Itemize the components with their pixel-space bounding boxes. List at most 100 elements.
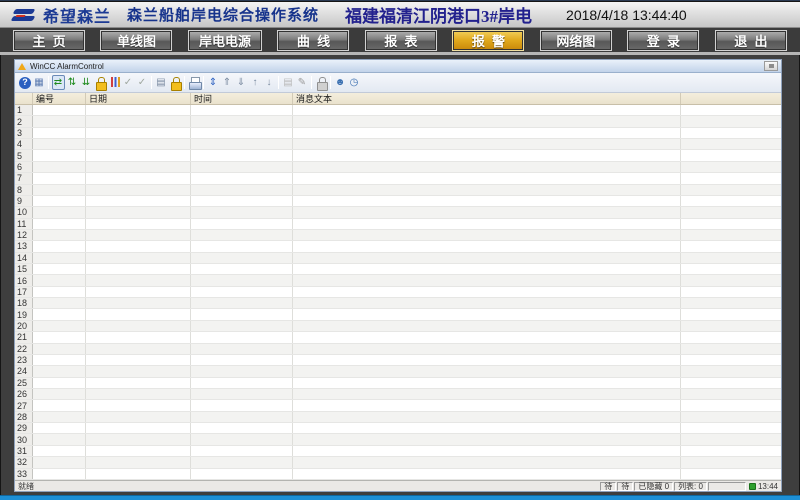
alarm-row-12[interactable]: 12 — [15, 230, 781, 241]
message-list-icon[interactable]: ⇄ — [52, 75, 65, 90]
alarm-row-31[interactable]: 31 — [15, 446, 781, 457]
cell — [86, 457, 191, 467]
alarm-title-bar: WinCC AlarmControl — [15, 60, 781, 73]
alarm-row-16[interactable]: 16 — [15, 275, 781, 286]
alarm-row-32[interactable]: 32 — [15, 457, 781, 468]
alarm-row-7[interactable]: 7 — [15, 173, 781, 184]
alarm-row-1[interactable]: 1 — [15, 105, 781, 116]
row-number: 23 — [15, 355, 33, 365]
first-message-icon[interactable]: ⇑ — [221, 75, 234, 90]
comment-dialog-icon[interactable]: ✎ — [296, 75, 309, 90]
alarm-row-13[interactable]: 13 — [15, 241, 781, 252]
cell — [293, 185, 681, 195]
cell — [293, 434, 681, 444]
cell — [33, 298, 86, 308]
cell — [191, 321, 293, 331]
lock-message-icon[interactable] — [315, 75, 328, 90]
cell — [33, 344, 86, 354]
help-icon[interactable]: ? — [19, 77, 31, 89]
alarm-row-29[interactable]: 29 — [15, 423, 781, 434]
copy-lines-icon[interactable]: ▤ — [155, 75, 168, 90]
alarm-row-9[interactable]: 9 — [15, 196, 781, 207]
next-message-icon[interactable]: ↑ — [249, 75, 262, 90]
alarm-row-25[interactable]: 25 — [15, 378, 781, 389]
cell — [681, 196, 781, 206]
nav-button-single-line-diagram[interactable]: 单线图 — [100, 30, 172, 51]
previous-message-icon[interactable]: ↓ — [263, 75, 276, 90]
alarm-row-5[interactable]: 5 — [15, 150, 781, 161]
alarm-row-8[interactable]: 8 — [15, 185, 781, 196]
alarm-row-21[interactable]: 21 — [15, 332, 781, 343]
nav-button-alarm[interactable]: 报 警 — [452, 30, 524, 51]
cell — [293, 219, 681, 229]
status-segment: 列表: 0 — [674, 482, 707, 491]
print-icon[interactable] — [188, 75, 201, 90]
cell — [86, 332, 191, 342]
short-term-archive-icon[interactable]: ⇅ — [66, 75, 79, 90]
long-term-archive-icon[interactable]: ⇊ — [80, 75, 93, 90]
cell — [86, 162, 191, 172]
alarm-row-14[interactable]: 14 — [15, 253, 781, 264]
nav-button-network-diagram[interactable]: 网络图 — [540, 30, 612, 51]
alarm-row-22[interactable]: 22 — [15, 344, 781, 355]
cell — [191, 366, 293, 376]
cell — [86, 219, 191, 229]
alarm-row-2[interactable]: 2 — [15, 116, 781, 127]
cell — [293, 309, 681, 319]
emergency-acknowledge-icon[interactable] — [169, 75, 182, 90]
col-number[interactable]: 编号 — [33, 93, 86, 104]
row-number: 27 — [15, 400, 33, 410]
cell — [33, 457, 86, 467]
alarm-row-18[interactable]: 18 — [15, 298, 781, 309]
alarm-row-27[interactable]: 27 — [15, 400, 781, 411]
last-message-icon[interactable]: ⇓ — [235, 75, 248, 90]
cell — [293, 423, 681, 433]
hide-messages-icon[interactable]: ☻ — [334, 75, 347, 90]
nav-button-shore-power-supply[interactable]: 岸电电源 — [188, 30, 262, 51]
cell — [191, 241, 293, 251]
group-acknowledge-icon[interactable]: ✓ — [136, 75, 149, 90]
alarm-row-20[interactable]: 20 — [15, 321, 781, 332]
config-dialog-icon[interactable]: ▦ — [33, 75, 46, 90]
time-base-icon[interactable]: ◷ — [348, 75, 361, 90]
row-number: 29 — [15, 423, 33, 433]
cell — [681, 275, 781, 285]
infotext-dialog-icon[interactable]: ▤ — [282, 75, 295, 90]
alarm-row-10[interactable]: 10 — [15, 207, 781, 218]
lock-list-icon[interactable] — [94, 75, 107, 90]
alarm-row-4[interactable]: 4 — [15, 139, 781, 150]
nav-button-login[interactable]: 登 录 — [627, 30, 699, 51]
alarm-row-23[interactable]: 23 — [15, 355, 781, 366]
alarm-row-17[interactable]: 17 — [15, 287, 781, 298]
nav-button-exit[interactable]: 退 出 — [715, 30, 787, 51]
alarm-row-30[interactable]: 30 — [15, 434, 781, 445]
cell — [86, 185, 191, 195]
window-button[interactable] — [764, 61, 778, 71]
toolbar-separator — [203, 76, 204, 89]
cell — [293, 332, 681, 342]
alarm-row-11[interactable]: 11 — [15, 219, 781, 230]
selection-dialog-icon[interactable]: ⇕ — [207, 75, 220, 90]
cell — [86, 207, 191, 217]
alarm-row-28[interactable]: 28 — [15, 412, 781, 423]
alarm-row-3[interactable]: 3 — [15, 128, 781, 139]
acknowledge-icon[interactable]: ✓ — [122, 75, 135, 90]
alarm-row-26[interactable]: 26 — [15, 389, 781, 400]
alarm-row-33[interactable]: 33 — [15, 469, 781, 480]
nav-button-home[interactable]: 主 页 — [13, 30, 85, 51]
nav-button-curve[interactable]: 曲 线 — [277, 30, 349, 51]
alarm-row-15[interactable]: 15 — [15, 264, 781, 275]
col-time[interactable]: 时间 — [191, 93, 293, 104]
alarm-row-24[interactable]: 24 — [15, 366, 781, 377]
statistics-icon[interactable] — [108, 75, 121, 90]
alarm-row-19[interactable]: 19 — [15, 309, 781, 320]
cell — [33, 366, 86, 376]
col-message-text[interactable]: 消息文本 — [293, 93, 681, 104]
cell — [191, 230, 293, 240]
cell — [681, 434, 781, 444]
col-date[interactable]: 日期 — [86, 93, 191, 104]
cell — [681, 116, 781, 126]
alarm-row-6[interactable]: 6 — [15, 162, 781, 173]
nav-button-report[interactable]: 报 表 — [365, 30, 437, 51]
cell — [191, 219, 293, 229]
